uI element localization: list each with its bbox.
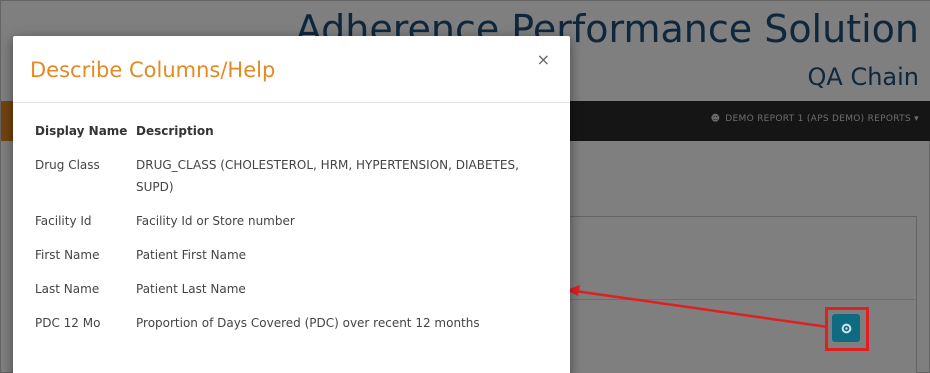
display-name-cell: Last Name (35, 282, 100, 296)
columns-description-table: Display Name Description Drug Class DRUG… (35, 120, 555, 346)
description-cell: Facility Id or Store number (136, 214, 295, 228)
column-header-description: Description (136, 124, 214, 138)
modal-header: Describe Columns/Help × (13, 36, 570, 103)
description-cell: Patient Last Name (136, 282, 246, 296)
description-cell: Proportion of Days Covered (PDC) over re… (136, 316, 480, 330)
close-icon[interactable]: × (537, 52, 550, 68)
table-row: Last Name Patient Last Name (35, 278, 555, 312)
table-header-row: Display Name Description (35, 120, 555, 154)
column-header-display-name: Display Name (35, 124, 128, 138)
table-row: First Name Patient First Name (35, 244, 555, 278)
description-cell: Patient First Name (136, 248, 247, 262)
help-modal: Describe Columns/Help × Display Name Des… (13, 36, 570, 373)
table-row: PDC 12 Mo Proportion of Days Covered (PD… (35, 312, 555, 346)
table-row: Drug Class DRUG_CLASS (CHOLESTEROL, HRM,… (35, 154, 555, 210)
display-name-cell: Facility Id (35, 214, 92, 228)
display-name-cell: First Name (35, 248, 100, 262)
highlight-box (825, 307, 869, 351)
display-name-cell: PDC 12 Mo (35, 316, 101, 330)
modal-title: Describe Columns/Help (30, 58, 276, 82)
display-name-cell: Drug Class (35, 158, 100, 172)
description-cell: DRUG_CLASS (CHOLESTEROL, HRM, HYPERTENSI… (136, 158, 519, 194)
table-row: Facility Id Facility Id or Store number (35, 210, 555, 244)
